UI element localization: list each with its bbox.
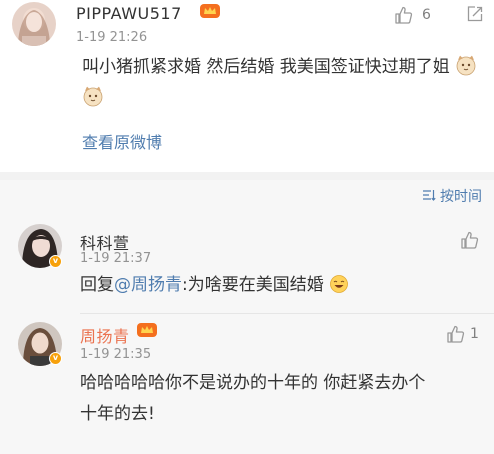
- comment-text: 哈哈哈哈哈你不是说办的十年的 你赶紧去办个十年的去!: [80, 373, 426, 424]
- thumbs-up-icon: [447, 325, 465, 343]
- comment-time: 1-19 21:35: [80, 347, 152, 362]
- comment-text: 回复@周扬青:为啥要在美国结婚: [80, 270, 480, 301]
- mention-link[interactable]: @周扬青: [114, 275, 182, 295]
- post-text: 叫小猪抓紧求婚 然后结婚 我美国签证快过期了姐: [82, 52, 482, 114]
- sort-label: 按时间: [440, 189, 482, 205]
- sort-lines-icon: [423, 190, 436, 201]
- view-original-weibo-link[interactable]: 查看原微博: [82, 129, 162, 153]
- like-button[interactable]: 6: [394, 5, 444, 25]
- username[interactable]: PIPPAWU517: [76, 4, 182, 23]
- like-count: 6: [422, 7, 431, 23]
- comment-sort-bar: [0, 180, 494, 212]
- comment-time: 1-19 21:37: [80, 251, 152, 266]
- member-crown-icon: [200, 4, 220, 18]
- laughing-face-emoji-icon: [330, 275, 349, 293]
- post-time: 1-19 21:26: [76, 30, 148, 45]
- thumbs-up-icon: [461, 231, 479, 249]
- like-count: 1: [470, 326, 479, 342]
- share-icon[interactable]: [466, 5, 484, 23]
- verified-badge-icon: v: [49, 255, 62, 268]
- like-button[interactable]: [460, 230, 480, 250]
- commenter-name[interactable]: 周扬青: [80, 323, 130, 347]
- original-comment: PIPPAWU517 1-19 21:26 6 叫小猪抓紧求婚 然后结婚 我美国…: [0, 0, 494, 172]
- like-button[interactable]: 1: [446, 324, 486, 344]
- verified-badge-icon: v: [49, 352, 62, 365]
- comment-text-content: :为啥要在美国结婚: [182, 275, 324, 295]
- comment-divider: [80, 313, 494, 314]
- post-text-content: 叫小猪抓紧求婚 然后结婚 我美国签证快过期了姐: [82, 57, 450, 77]
- reply-prefix: 回复: [80, 275, 114, 295]
- sort-by-time-button[interactable]: 按时间: [422, 186, 482, 206]
- member-crown-icon: [137, 323, 157, 337]
- cat-face-emoji-icon: [83, 86, 103, 107]
- thumbs-up-icon: [395, 6, 413, 24]
- section-divider: [0, 172, 494, 180]
- cat-face-emoji-icon: [456, 55, 476, 76]
- avatar[interactable]: [12, 2, 56, 46]
